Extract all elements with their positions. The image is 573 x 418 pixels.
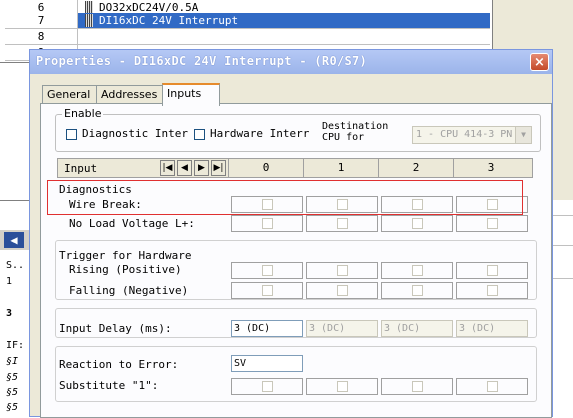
no-load-checkbox[interactable] <box>262 218 273 229</box>
no-load-voltage-label: No Load Voltage L+: <box>69 217 195 230</box>
input-delay-field-0[interactable]: 3 (DC) <box>231 320 303 337</box>
next-nav-icon[interactable]: ▶ <box>194 160 209 176</box>
properties-dialog: Properties - DI16xDC 24V Interrupt - (R0… <box>29 49 553 418</box>
input-delay-field-2[interactable]: 3 (DC) <box>381 320 453 337</box>
falling-cell-0 <box>231 282 303 299</box>
rising-cell-1 <box>306 262 378 279</box>
background-text: IF: <box>6 340 25 351</box>
falling-checkbox[interactable] <box>337 285 348 296</box>
falling-checkbox[interactable] <box>487 285 498 296</box>
inputs-panel: Enable Diagnostic Inter Hardware Interr … <box>40 103 552 418</box>
diagnostic-interrupt-checkbox[interactable] <box>66 129 77 140</box>
diagnostic-interrupt-label: Diagnostic Inter <box>82 127 188 140</box>
column-header: 1 <box>303 159 378 177</box>
background-text: 1 <box>6 276 13 287</box>
falling-cell-1 <box>306 282 378 299</box>
reaction-to-error-field[interactable]: SV <box>231 355 303 372</box>
column-header: 0 <box>228 159 303 177</box>
input-header: Input |◀ ◀ ▶ ▶| 0 1 2 3 <box>57 158 533 178</box>
close-button[interactable]: × <box>530 53 549 71</box>
hardware-interrupt-checkbox[interactable] <box>194 129 205 140</box>
table-row[interactable]: 8 <box>5 29 490 45</box>
rising-cell-0 <box>231 262 303 279</box>
back-arrow-icon[interactable]: ◀ <box>4 232 24 248</box>
falling-checkbox[interactable] <box>412 285 423 296</box>
no-load-checkbox[interactable] <box>487 218 498 229</box>
dialog-title: Properties - DI16xDC 24V Interrupt - (R0… <box>36 54 368 68</box>
background-right-panel <box>552 200 573 417</box>
substitute-cell-3 <box>456 378 528 395</box>
rising-checkbox[interactable] <box>487 265 498 276</box>
substitute-checkbox[interactable] <box>412 381 423 392</box>
table-row-selected[interactable]: 7 DI16xDC 24V Interrupt <box>5 13 490 29</box>
dialog-titlebar[interactable]: Properties - DI16xDC 24V Interrupt - (R0… <box>30 50 552 74</box>
tab-general[interactable]: General <box>42 85 100 104</box>
hardware-interrupt-label: Hardware Interr <box>210 127 310 140</box>
substitute-label: Substitute "1": <box>59 379 159 392</box>
column-header: 2 <box>378 159 453 177</box>
prev-nav-icon[interactable]: ◀ <box>177 160 192 176</box>
destination-cpu-label: Destination <box>322 121 389 132</box>
no-load-checkbox[interactable] <box>337 218 348 229</box>
tab-addresses[interactable]: Addresses <box>96 85 170 104</box>
substitute-cell-2 <box>381 378 453 395</box>
module-icon <box>85 14 93 27</box>
destination-cpu-value: 1 - CPU 414-3 PN <box>416 129 513 140</box>
background-text: §5 <box>6 387 19 398</box>
column-header: 3 <box>453 159 528 177</box>
first-nav-icon[interactable]: |◀ <box>160 160 175 176</box>
substitute-cell-1 <box>306 378 378 395</box>
input-delay-label: Input Delay (ms): <box>59 322 172 335</box>
divider <box>552 278 573 279</box>
input-delay-field-1[interactable]: 3 (DC) <box>306 320 378 337</box>
falling-label: Falling (Negative) <box>69 284 189 297</box>
tab-inputs[interactable]: Inputs <box>162 83 220 106</box>
background-text: §5 <box>6 402 19 413</box>
slot-number: 7 <box>5 13 78 28</box>
substitute-checkbox[interactable] <box>337 381 348 392</box>
input-header-label: Input <box>64 162 98 175</box>
rising-cell-3 <box>456 262 528 279</box>
falling-cell-2 <box>381 282 453 299</box>
destination-cpu-select[interactable]: 1 - CPU 414-3 PN ▼ <box>412 126 532 144</box>
input-delay-field-3[interactable]: 3 (DC) <box>456 320 528 337</box>
module-name: DI16xDC 24V Interrupt <box>99 14 239 27</box>
highlight-box <box>47 180 523 215</box>
substitute-checkbox[interactable] <box>262 381 273 392</box>
slot-number: 8 <box>5 29 78 44</box>
rising-checkbox[interactable] <box>337 265 348 276</box>
last-nav-icon[interactable]: ▶| <box>211 160 226 176</box>
destination-cpu-label-2: CPU for <box>322 132 365 143</box>
rising-label: Rising (Positive) <box>69 263 182 276</box>
falling-checkbox[interactable] <box>262 285 273 296</box>
no-load-cell-1 <box>306 215 378 232</box>
falling-cell-3 <box>456 282 528 299</box>
background-text: §5 <box>6 372 19 383</box>
rising-checkbox[interactable] <box>262 265 273 276</box>
no-load-cell-3 <box>456 215 528 232</box>
no-load-cell-2 <box>381 215 453 232</box>
enable-legend: Enable <box>62 107 104 120</box>
no-load-cell-0 <box>231 215 303 232</box>
substitute-checkbox[interactable] <box>487 381 498 392</box>
rising-checkbox[interactable] <box>412 265 423 276</box>
background-text: §I <box>6 356 19 367</box>
background-text: S.. <box>6 260 25 271</box>
chevron-down-icon[interactable]: ▼ <box>515 127 531 143</box>
rising-cell-2 <box>381 262 453 279</box>
divider <box>552 245 573 246</box>
enable-group: Enable Diagnostic Inter Hardware Interr … <box>55 107 541 152</box>
background-text: 3 <box>6 308 13 319</box>
no-load-checkbox[interactable] <box>412 218 423 229</box>
trigger-heading: Trigger for Hardware <box>59 249 192 262</box>
substitute-cell-0 <box>231 378 303 395</box>
reaction-label: Reaction to Error: <box>59 358 179 371</box>
divider <box>552 215 573 216</box>
